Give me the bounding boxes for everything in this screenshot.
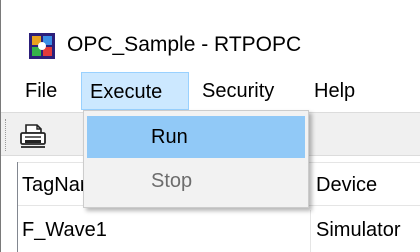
opc-app-icon (28, 32, 56, 60)
menu-help[interactable]: Help (306, 72, 363, 110)
menu-execute[interactable]: Execute (81, 72, 189, 110)
main-window: OPC_Sample - RTPOPC File Execute Securit… (0, 0, 420, 252)
column-header-device[interactable]: Device (312, 163, 420, 207)
toolbar-grip[interactable] (5, 119, 9, 151)
window-title: OPC_Sample - RTPOPC (67, 33, 302, 56)
menu-security[interactable]: Security (194, 72, 282, 110)
menu-item-stop: Stop (151, 170, 193, 192)
title-bar[interactable]: OPC_Sample - RTPOPC (1, 0, 420, 72)
menu-file[interactable]: File (17, 72, 65, 110)
menu-item-run[interactable]: Run (87, 116, 305, 158)
cell-tagname: F_Wave1 (22, 219, 107, 241)
table-row[interactable]: F_Wave1 Simulator (18, 210, 420, 250)
cell-device: Simulator (316, 219, 401, 241)
execute-dropdown-menu: Run Stop (83, 110, 309, 208)
menu-bar: File Execute Security Help (1, 72, 420, 110)
printer-icon[interactable] (17, 119, 49, 151)
